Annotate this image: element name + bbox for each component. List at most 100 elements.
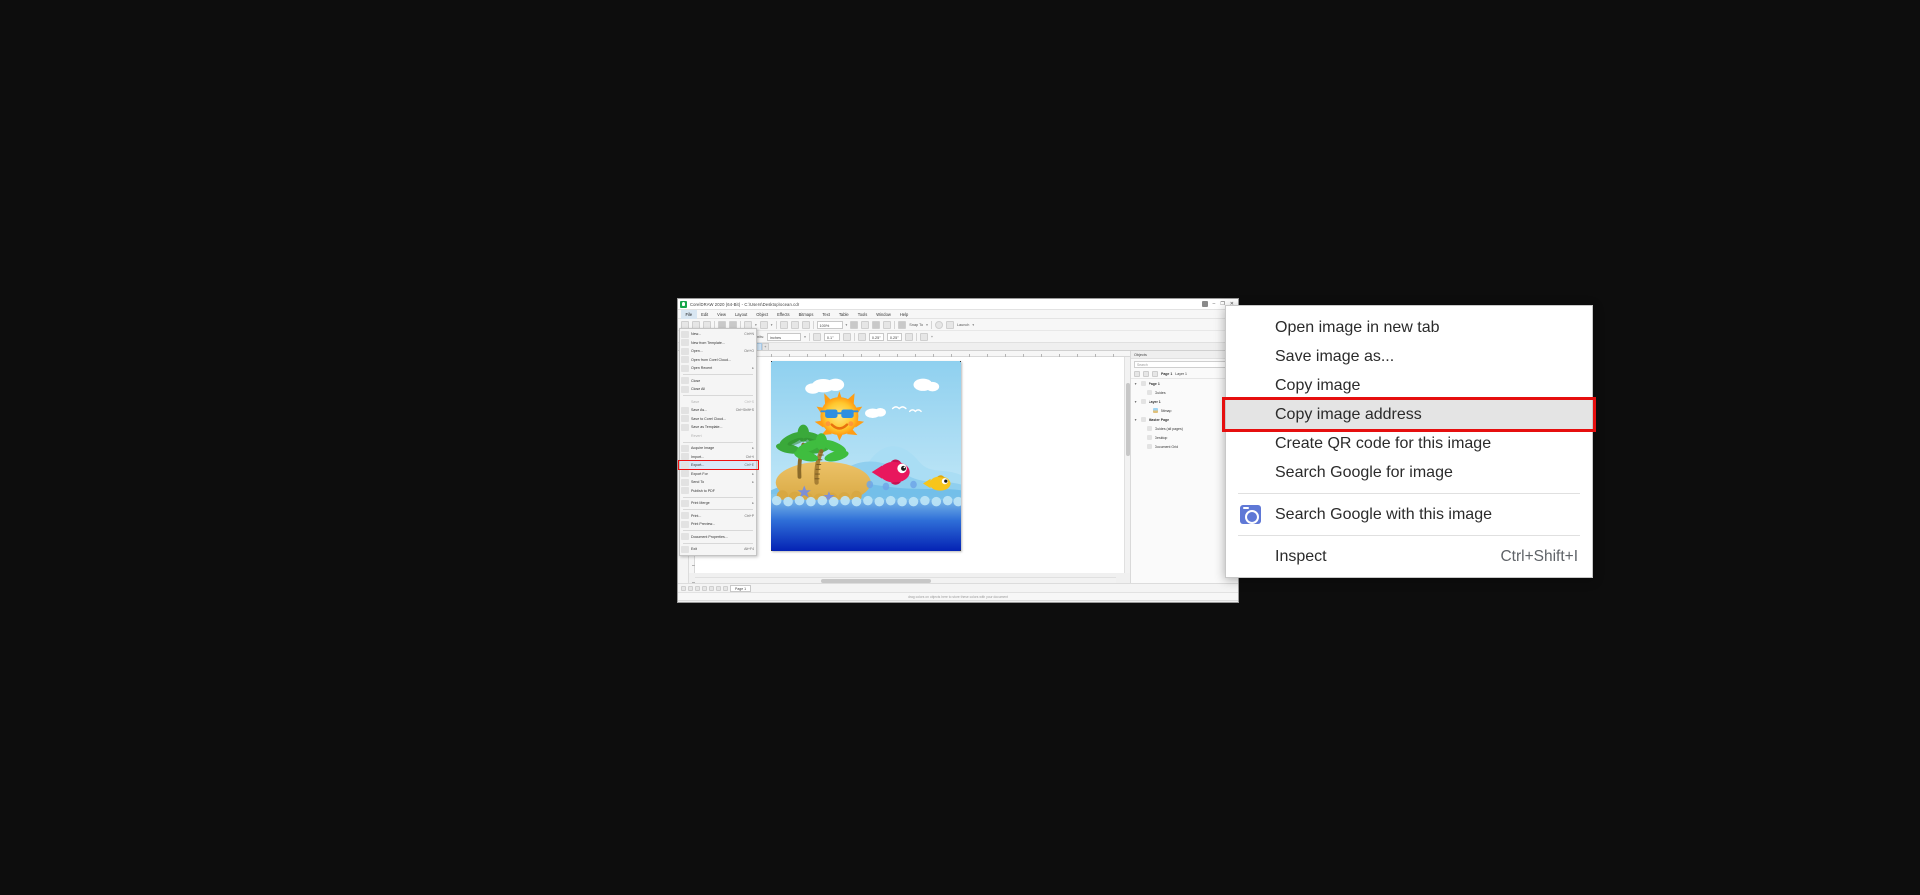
units-dropdown-icon[interactable]: ▾ [804,335,806,339]
snap-icon[interactable] [898,320,907,329]
file-menu-item-new[interactable]: New... Ctrl+N [680,330,756,339]
zoom-level-field[interactable]: 100% [816,320,843,329]
context-menu-item-open-image-new-tab[interactable]: Open image in new tab [1226,313,1592,342]
menu-layout[interactable]: Layout [730,310,751,319]
file-menu-item-save-to-corel-cloud[interactable]: Save to Corel Cloud... [680,415,756,424]
launch-dropdown-icon[interactable]: ▾ [972,323,974,327]
export-icon[interactable] [790,320,799,329]
minimize-button[interactable]: – [1213,301,1216,307]
new-layer-icon[interactable] [1134,371,1140,377]
context-menu-item-create-qr-code[interactable]: Create QR code for this image [1226,429,1592,458]
file-menu-item-revert[interactable]: Revert [680,432,756,441]
file-menu-item-export-for[interactable]: Export For ▸ [680,470,756,479]
object-tree-row[interactable]: ▼ Master Page [1131,415,1238,424]
file-menu-item-save-as[interactable]: Save As... Ctrl+Shift+S [680,406,756,415]
object-tree-row[interactable]: Guides (all pages) [1131,424,1238,433]
file-menu-item-save-as-template[interactable]: Save as Template... [680,423,756,432]
first-page-icon[interactable] [681,585,686,591]
expander-icon[interactable]: ▼ [1134,382,1138,386]
file-menu-item-close-all[interactable]: Close All [680,385,756,394]
menu-effects[interactable]: Effects [773,310,794,319]
horizontal-scrollbar-thumb[interactable] [821,579,931,583]
tropical-island-illustration[interactable] [771,361,961,551]
units-select[interactable]: inches [767,332,802,341]
vertical-scrollbar-thumb[interactable] [1126,382,1130,457]
snap-to-label[interactable]: Snap To [909,323,923,327]
file-menu-item-open-recent[interactable]: Open Recent ▸ [680,364,756,373]
menu-object[interactable]: Object [752,310,773,319]
document-palette[interactable]: drag colors on objects here to store the… [678,592,1238,600]
menu-edit[interactable]: Edit [697,310,713,319]
file-menu-item-open-from-corel-cloud[interactable]: Open from Corel Cloud... [680,356,756,365]
publish-pdf-icon[interactable] [801,320,810,329]
object-tree-row[interactable]: Desktop [1131,433,1238,442]
docker-search-input[interactable]: Search [1134,361,1235,368]
file-menu-item-print[interactable]: Print... Ctrl+P [680,512,756,521]
context-menu-item-search-google-for-image[interactable]: Search Google for image [1226,458,1592,487]
file-menu-item-close[interactable]: Close [680,377,756,386]
redo-dropdown-icon[interactable]: ▾ [771,323,773,327]
selection-handle[interactable] [960,361,961,362]
file-menu-item-acquire-image[interactable]: Acquire Image ▸ [680,444,756,453]
file-menu-item-print-merge[interactable]: Print Merge ▸ [680,499,756,508]
previous-page-icon[interactable] [688,585,693,591]
guides-icon[interactable] [883,320,892,329]
page-tab[interactable]: Page 1 [730,584,752,592]
next-page-icon[interactable] [709,585,714,591]
object-tree-row[interactable]: Bitmap [1131,406,1238,415]
fullscreen-preview-icon[interactable] [850,320,859,329]
undo-dropdown-icon[interactable]: ▾ [755,323,757,327]
redo-icon[interactable] [759,320,768,329]
align-icon[interactable] [872,320,881,329]
add-page-right-icon[interactable] [702,585,707,591]
drawing-canvas[interactable] [695,357,1130,573]
add-page-icon[interactable]: + [931,335,933,339]
user-account-icon[interactable] [1201,301,1208,307]
menu-text[interactable]: Text [818,310,835,319]
import-icon[interactable] [779,320,788,329]
context-menu-item-save-image-as[interactable]: Save image as... [1226,342,1592,371]
fill-color-swatch[interactable] [1182,603,1189,604]
expander-icon[interactable]: ▼ [1134,418,1138,422]
view-mode-icon[interactable] [861,320,870,329]
object-tree-row[interactable]: Guides [1131,388,1238,397]
selection-handle[interactable] [960,550,961,551]
horizontal-scrollbar[interactable] [695,577,1116,583]
menu-tools[interactable]: Tools [853,310,872,319]
file-menu-item-send-to[interactable]: Send To ▸ [680,478,756,487]
application-launcher-icon[interactable] [945,320,954,329]
new-page-icon[interactable] [1152,371,1158,377]
context-menu-item-search-google-with-image[interactable]: Search Google with this image [1226,500,1592,529]
file-menu-item-open[interactable]: Open... Ctrl+O [680,347,756,356]
menu-file[interactable]: File [681,309,697,319]
file-menu-item-print-preview[interactable]: Print Preview... [680,520,756,529]
duplicate-distance-icon[interactable] [857,332,866,341]
file-menu-item-publish-to-pdf[interactable]: Publish to PDF [680,487,756,496]
object-tree-row[interactable]: ▼ Page 1 [1131,379,1238,388]
new-master-layer-icon[interactable] [1143,371,1149,377]
document-page[interactable] [771,361,961,551]
vertical-scrollbar[interactable] [1124,357,1130,573]
options-gear-icon[interactable] [934,320,943,329]
bleed-icon[interactable] [919,332,928,341]
file-menu-item-save[interactable]: Save Ctrl+S [680,398,756,407]
menu-window[interactable]: Window [872,310,896,319]
file-menu-item-import[interactable]: Import... Ctrl+I [680,453,756,462]
nudge-spinner-icon[interactable] [842,332,851,341]
context-menu-item-inspect[interactable]: Inspect Ctrl+Shift+I [1226,542,1592,571]
add-page-left-icon[interactable] [695,585,700,591]
expander-icon[interactable]: ▼ [1134,400,1138,404]
duplicate-x-field[interactable]: 0.25" [868,332,884,341]
launch-label[interactable]: Launch [957,323,969,327]
menu-view[interactable]: View [713,310,731,319]
duplicate-y-field[interactable]: 0.25" [886,332,902,341]
context-menu-item-copy-image-address[interactable]: Copy image address [1226,400,1592,429]
page-list-icon[interactable] [723,585,728,591]
context-menu-item-copy-image[interactable]: Copy image [1226,371,1592,400]
file-menu-item-export[interactable]: Export... Ctrl+E [680,461,756,470]
object-tree-row[interactable]: Document Grid [1131,442,1238,451]
last-page-icon[interactable] [716,585,721,591]
selection-handle[interactable] [771,361,772,362]
selection-handle[interactable] [771,550,772,551]
object-tree-row[interactable]: ▼ Layer 1 [1131,397,1238,406]
